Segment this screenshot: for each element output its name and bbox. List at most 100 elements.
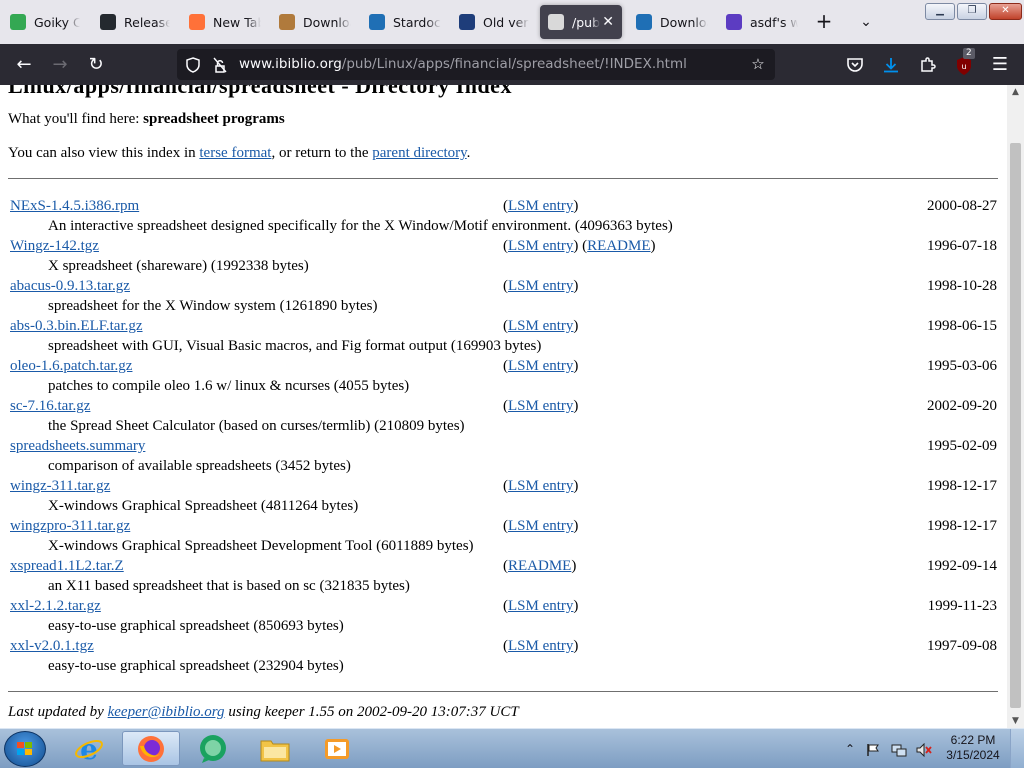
file-link[interactable]: wingz-311.tar.gz [10, 478, 110, 495]
file-link[interactable]: xspread1.1L2.tar.Z [10, 558, 124, 575]
lsm-entry-link[interactable]: LSM entry [508, 598, 573, 614]
lsm-entry-link[interactable]: LSM entry [508, 398, 573, 414]
entry-description: spreadsheet with GUI, Visual Basic macro… [48, 338, 542, 354]
browser-tab[interactable]: Stardock [361, 5, 449, 39]
url-text[interactable]: www.ibiblio.org/pub/Linux/apps/financial… [239, 49, 687, 80]
sandwich-icon [279, 14, 295, 30]
close-window-button[interactable]: ✕ [989, 3, 1022, 20]
start-button[interactable] [4, 731, 46, 767]
file-link[interactable]: NExS-1.4.5.i386.rpm [10, 198, 139, 215]
scroll-down-arrow-icon[interactable]: ▼ [1007, 714, 1024, 728]
file-link[interactable]: abs-0.3.bin.ELF.tar.gz [10, 318, 143, 335]
intro-prefix: What you'll find here: [8, 111, 144, 127]
browser-tab[interactable]: asdf's wo [718, 5, 806, 39]
tab-label: New Tab [213, 14, 261, 30]
lsm-entry-link[interactable]: LSM entry [508, 358, 573, 374]
entry-links: (LSM entry) [503, 638, 579, 654]
entry-description: easy-to-use graphical spreadsheet (23290… [48, 658, 344, 674]
lsm-entry-link[interactable]: LSM entry [508, 518, 573, 534]
extensions-button[interactable] [915, 52, 941, 78]
entry-date: 1998-06-15 [927, 318, 997, 334]
file-link[interactable]: abacus-0.9.13.tar.gz [10, 278, 130, 295]
browser-tab[interactable]: Goiky Ca [2, 5, 88, 39]
entry-links: (LSM entry) [503, 518, 579, 534]
lsm-entry-link[interactable]: LSM entry [508, 278, 573, 294]
hamburger-menu-icon: ☰ [991, 54, 1009, 75]
lsm-entry-link[interactable]: LSM entry [508, 638, 573, 654]
lock-icon[interactable] [209, 49, 231, 80]
taskbar-file-explorer[interactable] [246, 731, 304, 766]
entry-description: spreadsheet for the X Window system (126… [48, 298, 378, 314]
list-all-tabs-button[interactable]: ⌄ [854, 10, 878, 34]
action-center-flag-icon[interactable] [866, 729, 880, 768]
entry-date: 1992-09-14 [927, 558, 997, 574]
reload-icon: ↻ [88, 54, 104, 75]
browser-tab[interactable]: Old versi [451, 5, 537, 39]
oldversion-icon [459, 14, 475, 30]
clock-date: 3/15/2024 [946, 748, 1000, 762]
file-link[interactable]: spreadsheets.summary [10, 438, 145, 455]
restore-window-button[interactable]: ❐ [957, 3, 987, 20]
browser-tab[interactable]: Downloa [271, 5, 359, 39]
readme-link[interactable]: README [508, 558, 571, 574]
shield-icon[interactable] [182, 49, 204, 80]
lsm-entry-link[interactable]: LSM entry [508, 198, 573, 214]
ibiblio-icon [548, 14, 564, 30]
app-menu-button[interactable]: ☰ [987, 52, 1013, 78]
network-icon[interactable] [891, 729, 907, 768]
chat-icon [200, 734, 226, 763]
lsm-entry-link[interactable]: LSM entry [508, 238, 573, 254]
terse-format-link[interactable]: terse format [199, 145, 271, 161]
taskbar-firefox[interactable] [122, 731, 180, 766]
back-button[interactable]: ← [11, 52, 37, 78]
entry-date: 1999-11-23 [927, 598, 997, 614]
system-clock[interactable]: 6:22 PM 3/15/2024 [944, 733, 1002, 763]
file-link[interactable]: Wingz-142.tgz [10, 238, 99, 255]
show-desktop-button[interactable] [1010, 729, 1024, 768]
browser-tab[interactable]: New Tab [181, 5, 269, 39]
file-link[interactable]: oleo-1.6.patch.tar.gz [10, 358, 132, 375]
parent-directory-link[interactable]: parent directory [372, 145, 466, 161]
taskbar-internet-explorer[interactable]: e [60, 731, 118, 766]
minimize-window-button[interactable]: ▁ [925, 3, 955, 20]
lsm-entry-link[interactable]: LSM entry [508, 318, 573, 334]
show-hidden-icons-button[interactable]: ⌃ [845, 729, 855, 768]
tab-label: asdf's wo [750, 14, 798, 30]
taskbar-media-player[interactable] [308, 731, 366, 766]
browser-tab[interactable]: Release [92, 5, 178, 39]
close-tab-icon[interactable]: ✕ [602, 14, 614, 30]
pocket-button[interactable] [842, 52, 868, 78]
internet-explorer-icon: e [75, 734, 103, 764]
volume-muted-icon[interactable] [916, 729, 932, 768]
reload-button[interactable]: ↻ [83, 52, 109, 78]
top-divider [8, 178, 998, 179]
tab-strip: Goiky Ca Release New Tab Downloa Stardock Old… [0, 0, 1024, 44]
file-link[interactable]: wingzpro-311.tar.gz [10, 518, 130, 535]
bookmark-star-icon[interactable]: ☆ [747, 49, 769, 80]
tab-label: /pub [572, 14, 601, 30]
address-bar[interactable]: www.ibiblio.org/pub/Linux/apps/financial… [177, 49, 775, 80]
downloads-button[interactable] [878, 52, 904, 78]
pocket-icon [847, 58, 863, 72]
file-link[interactable]: sc-7.16.tar.gz [10, 398, 90, 415]
scroll-up-arrow-icon[interactable]: ▲ [1007, 85, 1024, 99]
entry-date: 1997-09-08 [927, 638, 997, 654]
browser-tab[interactable]: Downloa [628, 5, 716, 39]
lsm-entry-link[interactable]: LSM entry [508, 478, 573, 494]
taskbar-chat-app[interactable] [184, 731, 242, 766]
ublock-extension-button[interactable]: u 2 [951, 48, 977, 78]
browser-tab[interactable]: /pub ✕ [540, 5, 622, 39]
also-suffix: . [466, 145, 471, 161]
page-scrollbar[interactable]: ▲ ▼ [1007, 85, 1024, 728]
file-link[interactable]: xxl-v2.0.1.tgz [10, 638, 94, 655]
entry-description: X-windows Graphical Spreadsheet Developm… [48, 538, 474, 554]
new-tab-button[interactable]: + [812, 10, 836, 34]
readme-link[interactable]: README [587, 238, 650, 254]
entry-links: (README) [503, 558, 577, 574]
tab-label: Old versi [483, 14, 529, 30]
forward-button[interactable]: → [47, 52, 73, 78]
download-arrow-icon [884, 58, 898, 73]
scrollbar-thumb[interactable] [1010, 143, 1021, 708]
keeper-email-link[interactable]: keeper@ibiblio.org [108, 704, 225, 720]
file-link[interactable]: xxl-2.1.2.tar.gz [10, 598, 101, 615]
